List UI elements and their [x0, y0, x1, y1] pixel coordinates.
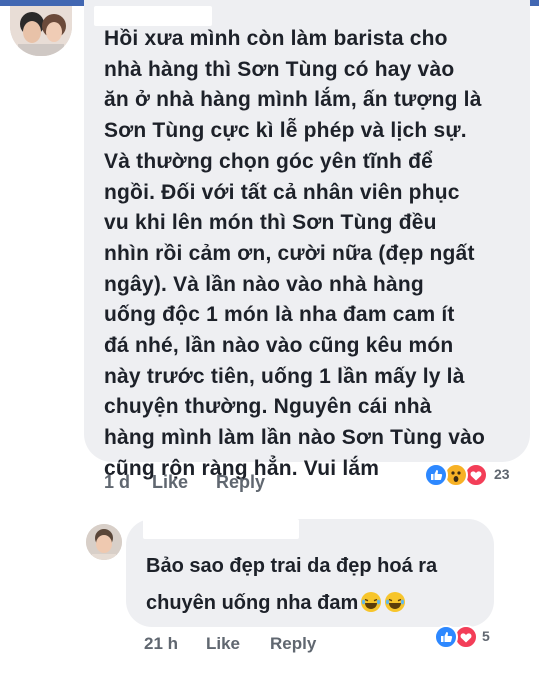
commenter-avatar[interactable] — [10, 6, 72, 56]
avatar-photo — [10, 6, 72, 56]
reply-author-name[interactable] — [143, 519, 299, 539]
reply-avatar[interactable] — [86, 524, 122, 560]
reply-timestamp: 21 h — [144, 634, 179, 653]
reply-text: Bảo sao đẹp trai da đẹp hoá ra chuyên uố… — [146, 548, 437, 622]
comment-timestamp: 1 d — [104, 472, 131, 492]
reaction-summary[interactable]: 23 — [424, 462, 534, 487]
reaction-summary[interactable]: 5 — [434, 625, 504, 649]
like-reaction-icon — [434, 625, 458, 649]
like-button[interactable]: Like — [152, 472, 188, 493]
laughing-emoji-icon — [360, 589, 382, 612]
reply-actions: 21 h Like Reply — [144, 634, 404, 658]
like-button[interactable]: Like — [206, 634, 240, 654]
comment-text: Hồi xưa mình còn làm barista cho nhà hàn… — [104, 27, 486, 480]
comment-author-name[interactable] — [94, 6, 212, 26]
reaction-count: 5 — [482, 628, 490, 644]
avatar-photo — [86, 524, 122, 560]
reply-button[interactable]: Reply — [216, 472, 265, 493]
reaction-count: 23 — [494, 466, 510, 482]
reply-button[interactable]: Reply — [270, 634, 316, 654]
comment-actions: 1 d Like Reply — [104, 472, 404, 496]
laughing-emoji-icon — [384, 589, 406, 612]
like-reaction-icon — [424, 463, 448, 487]
